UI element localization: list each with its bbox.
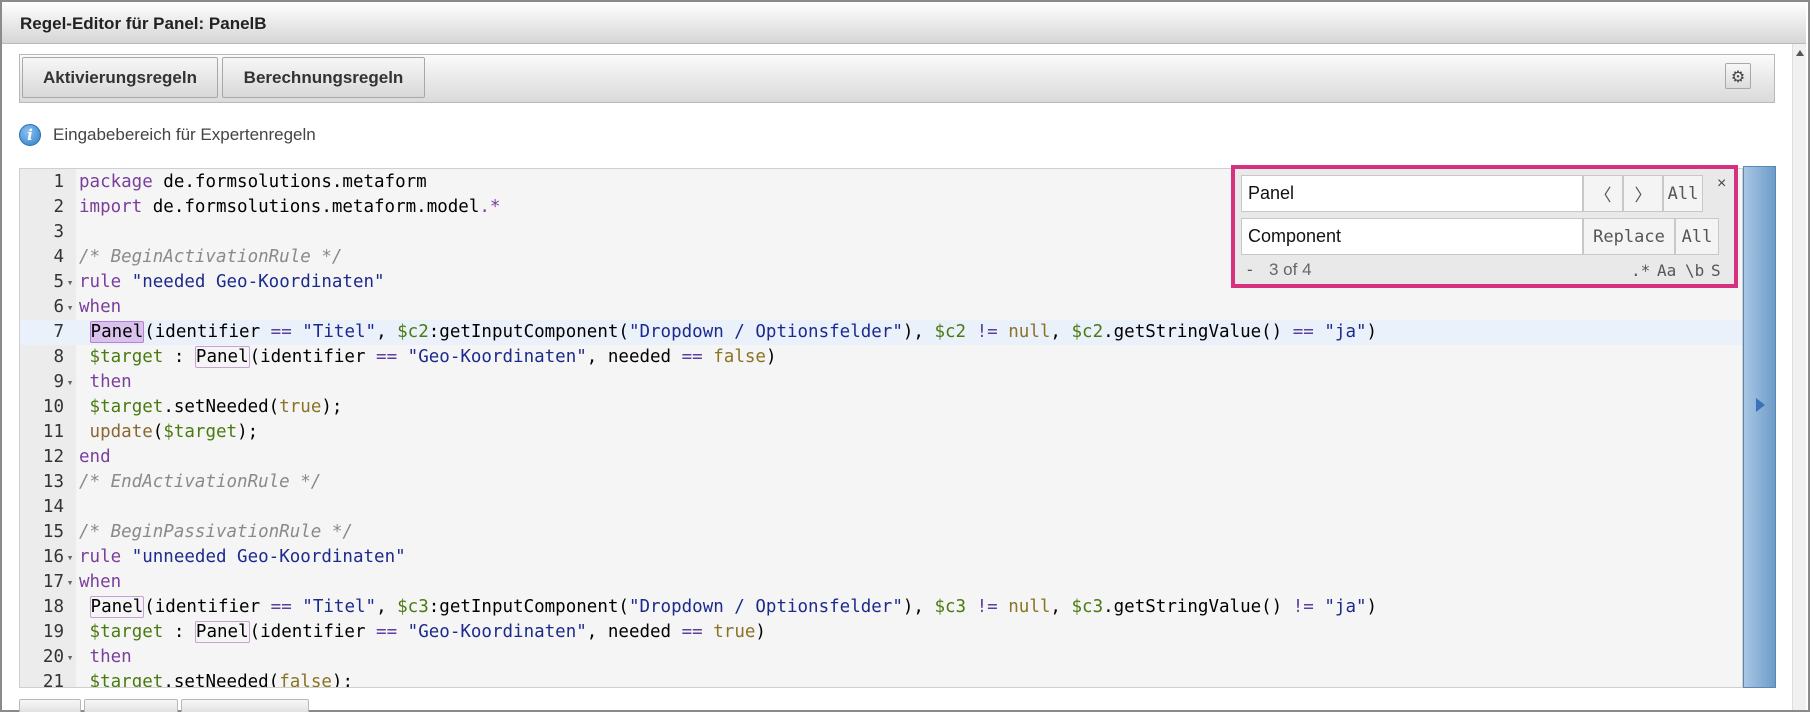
fold-arrow-icon[interactable]: ▾ — [65, 570, 75, 595]
code-text: package de.formsolutions.metaform — [79, 172, 427, 192]
code-text: import de.formsolutions.metaform.model.* — [79, 197, 501, 217]
code-text: $target : Panel(identifier == "Geo-Koord… — [89, 346, 777, 368]
find-previous-button[interactable]: 〈 — [1583, 175, 1623, 212]
fold-arrow-icon[interactable]: ▾ — [65, 295, 75, 320]
line-number: 15 — [42, 522, 64, 542]
code-text: update($target); — [89, 422, 259, 442]
editor-side-panel-toggle[interactable] — [1743, 166, 1776, 688]
line-number: 9 — [53, 372, 64, 392]
line-number: 13 — [42, 472, 64, 492]
line-number: 11 — [42, 422, 64, 442]
search-replace-panel: Panel 〈 〉 All × Component Replace All - … — [1231, 165, 1738, 288]
bottom-button-3[interactable] — [181, 699, 309, 712]
code-line[interactable]: 11 update($target); — [20, 420, 1742, 445]
code-text: /* BeginPassivationRule */ — [79, 522, 353, 542]
code-line[interactable]: 17 ▾ when — [20, 570, 1742, 595]
line-number: 2 — [53, 197, 64, 217]
regex-toggle[interactable]: .* — [1629, 258, 1652, 282]
activation-rules-button[interactable]: Aktivierungsregeln — [22, 57, 218, 98]
expand-arrow-icon[interactable] — [1756, 398, 1765, 412]
window-titlebar: Regel-Editor für Panel: PanelB — [2, 2, 1806, 44]
replace-all-button[interactable]: All — [1675, 218, 1719, 255]
line-number: 18 — [42, 597, 64, 617]
line-number: 21 — [42, 672, 64, 688]
match-counter: 3 of 4 — [1269, 260, 1312, 279]
gear-icon[interactable]: ⚙ — [1725, 63, 1751, 89]
code-line[interactable]: 6 ▾ when — [20, 295, 1742, 320]
line-number: 14 — [42, 497, 64, 517]
rules-toolbar: Aktivierungsregeln Berechnungsregeln ⚙ — [19, 54, 1775, 103]
bottom-button-1[interactable] — [19, 699, 81, 712]
code-line[interactable]: 16 ▾ rule "unneeded Geo-Koordinaten" — [20, 545, 1742, 570]
find-next-button[interactable]: 〉 — [1623, 175, 1663, 212]
line-number: 4 — [53, 247, 64, 267]
info-icon: i — [19, 124, 41, 146]
calculation-rules-button[interactable]: Berechnungsregeln — [222, 57, 425, 98]
line-number: 1 — [53, 172, 64, 192]
search-input[interactable]: Panel — [1241, 175, 1583, 212]
code-text: Panel(identifier == "Titel", $c2:getInpu… — [89, 321, 1378, 343]
code-line[interactable]: 20 ▾ then — [20, 645, 1742, 670]
in-selection-toggle[interactable]: S — [1709, 258, 1723, 282]
code-line[interactable]: 15 /* BeginPassivationRule */ — [20, 520, 1742, 545]
close-icon[interactable]: × — [1717, 175, 1726, 193]
code-line[interactable]: 18 Panel(identifier == "Titel", $c3:getI… — [20, 595, 1742, 620]
code-text: when — [79, 572, 122, 592]
line-number: 10 — [42, 397, 64, 417]
bottom-button-2[interactable] — [84, 699, 178, 712]
scroll-up-arrow-icon[interactable] — [1796, 50, 1804, 56]
code-text: rule "unneeded Geo-Koordinaten" — [79, 547, 406, 567]
code-line[interactable]: 14 — [20, 495, 1742, 520]
line-number: 5 — [53, 272, 64, 292]
info-text: Eingabebereich für Expertenregeln — [53, 125, 316, 144]
code-line[interactable]: 19 $target : Panel(identifier == "Geo-Ko… — [20, 620, 1742, 645]
fold-arrow-icon[interactable]: ▾ — [65, 645, 75, 670]
code-line[interactable]: 8 $target : Panel(identifier == "Geo-Koo… — [20, 345, 1742, 370]
code-line[interactable]: 21 $target.setNeeded(false); — [20, 670, 1742, 688]
find-all-button[interactable]: All — [1663, 175, 1703, 212]
page-scrollbar[interactable] — [1792, 44, 1806, 710]
line-number: 8 — [53, 347, 64, 367]
code-line[interactable]: 9 ▾ then — [20, 370, 1742, 395]
fold-arrow-icon[interactable]: ▾ — [65, 370, 75, 395]
code-line[interactable]: 13 /* EndActivationRule */ — [20, 470, 1742, 495]
info-banner: i Eingabebereich für Expertenregeln — [19, 124, 316, 146]
fold-arrow-icon[interactable]: ▾ — [65, 545, 75, 570]
line-number: 17 — [42, 572, 64, 592]
toggle-replace-button[interactable]: - — [1245, 260, 1255, 279]
code-line[interactable]: 7 Panel(identifier == "Titel", $c2:getIn… — [20, 320, 1742, 345]
line-number: 19 — [42, 622, 64, 642]
line-number: 12 — [42, 447, 64, 467]
code-text: then — [89, 647, 132, 667]
code-text: $target.setNeeded(false); — [89, 672, 353, 688]
code-text: end — [79, 447, 111, 467]
code-line[interactable]: 12 end — [20, 445, 1742, 470]
search-status-bar: - 3 of 4 .* Aa \b S — [1241, 257, 1731, 283]
line-number: 7 — [53, 322, 64, 342]
fold-arrow-icon[interactable]: ▾ — [65, 270, 75, 295]
line-number: 6 — [53, 297, 64, 317]
code-text: then — [89, 372, 132, 392]
code-line[interactable]: 10 $target.setNeeded(true); — [20, 395, 1742, 420]
code-text: /* BeginActivationRule */ — [79, 247, 343, 267]
replace-button[interactable]: Replace — [1583, 218, 1675, 255]
window-title: Regel-Editor für Panel: PanelB — [20, 14, 267, 33]
line-number: 20 — [42, 647, 64, 667]
code-text: rule "needed Geo-Koordinaten" — [79, 272, 385, 292]
code-text: when — [79, 297, 122, 317]
line-number: 3 — [53, 222, 64, 242]
code-text: $target.setNeeded(true); — [89, 397, 343, 417]
code-text: Panel(identifier == "Titel", $c3:getInpu… — [89, 596, 1378, 618]
line-number: 16 — [42, 547, 64, 567]
code-text: $target : Panel(identifier == "Geo-Koord… — [89, 621, 766, 643]
whole-word-toggle[interactable]: \b — [1683, 258, 1706, 282]
code-text: /* EndActivationRule */ — [79, 472, 322, 492]
case-sensitive-toggle[interactable]: Aa — [1655, 258, 1678, 282]
replace-input[interactable]: Component — [1241, 218, 1583, 255]
